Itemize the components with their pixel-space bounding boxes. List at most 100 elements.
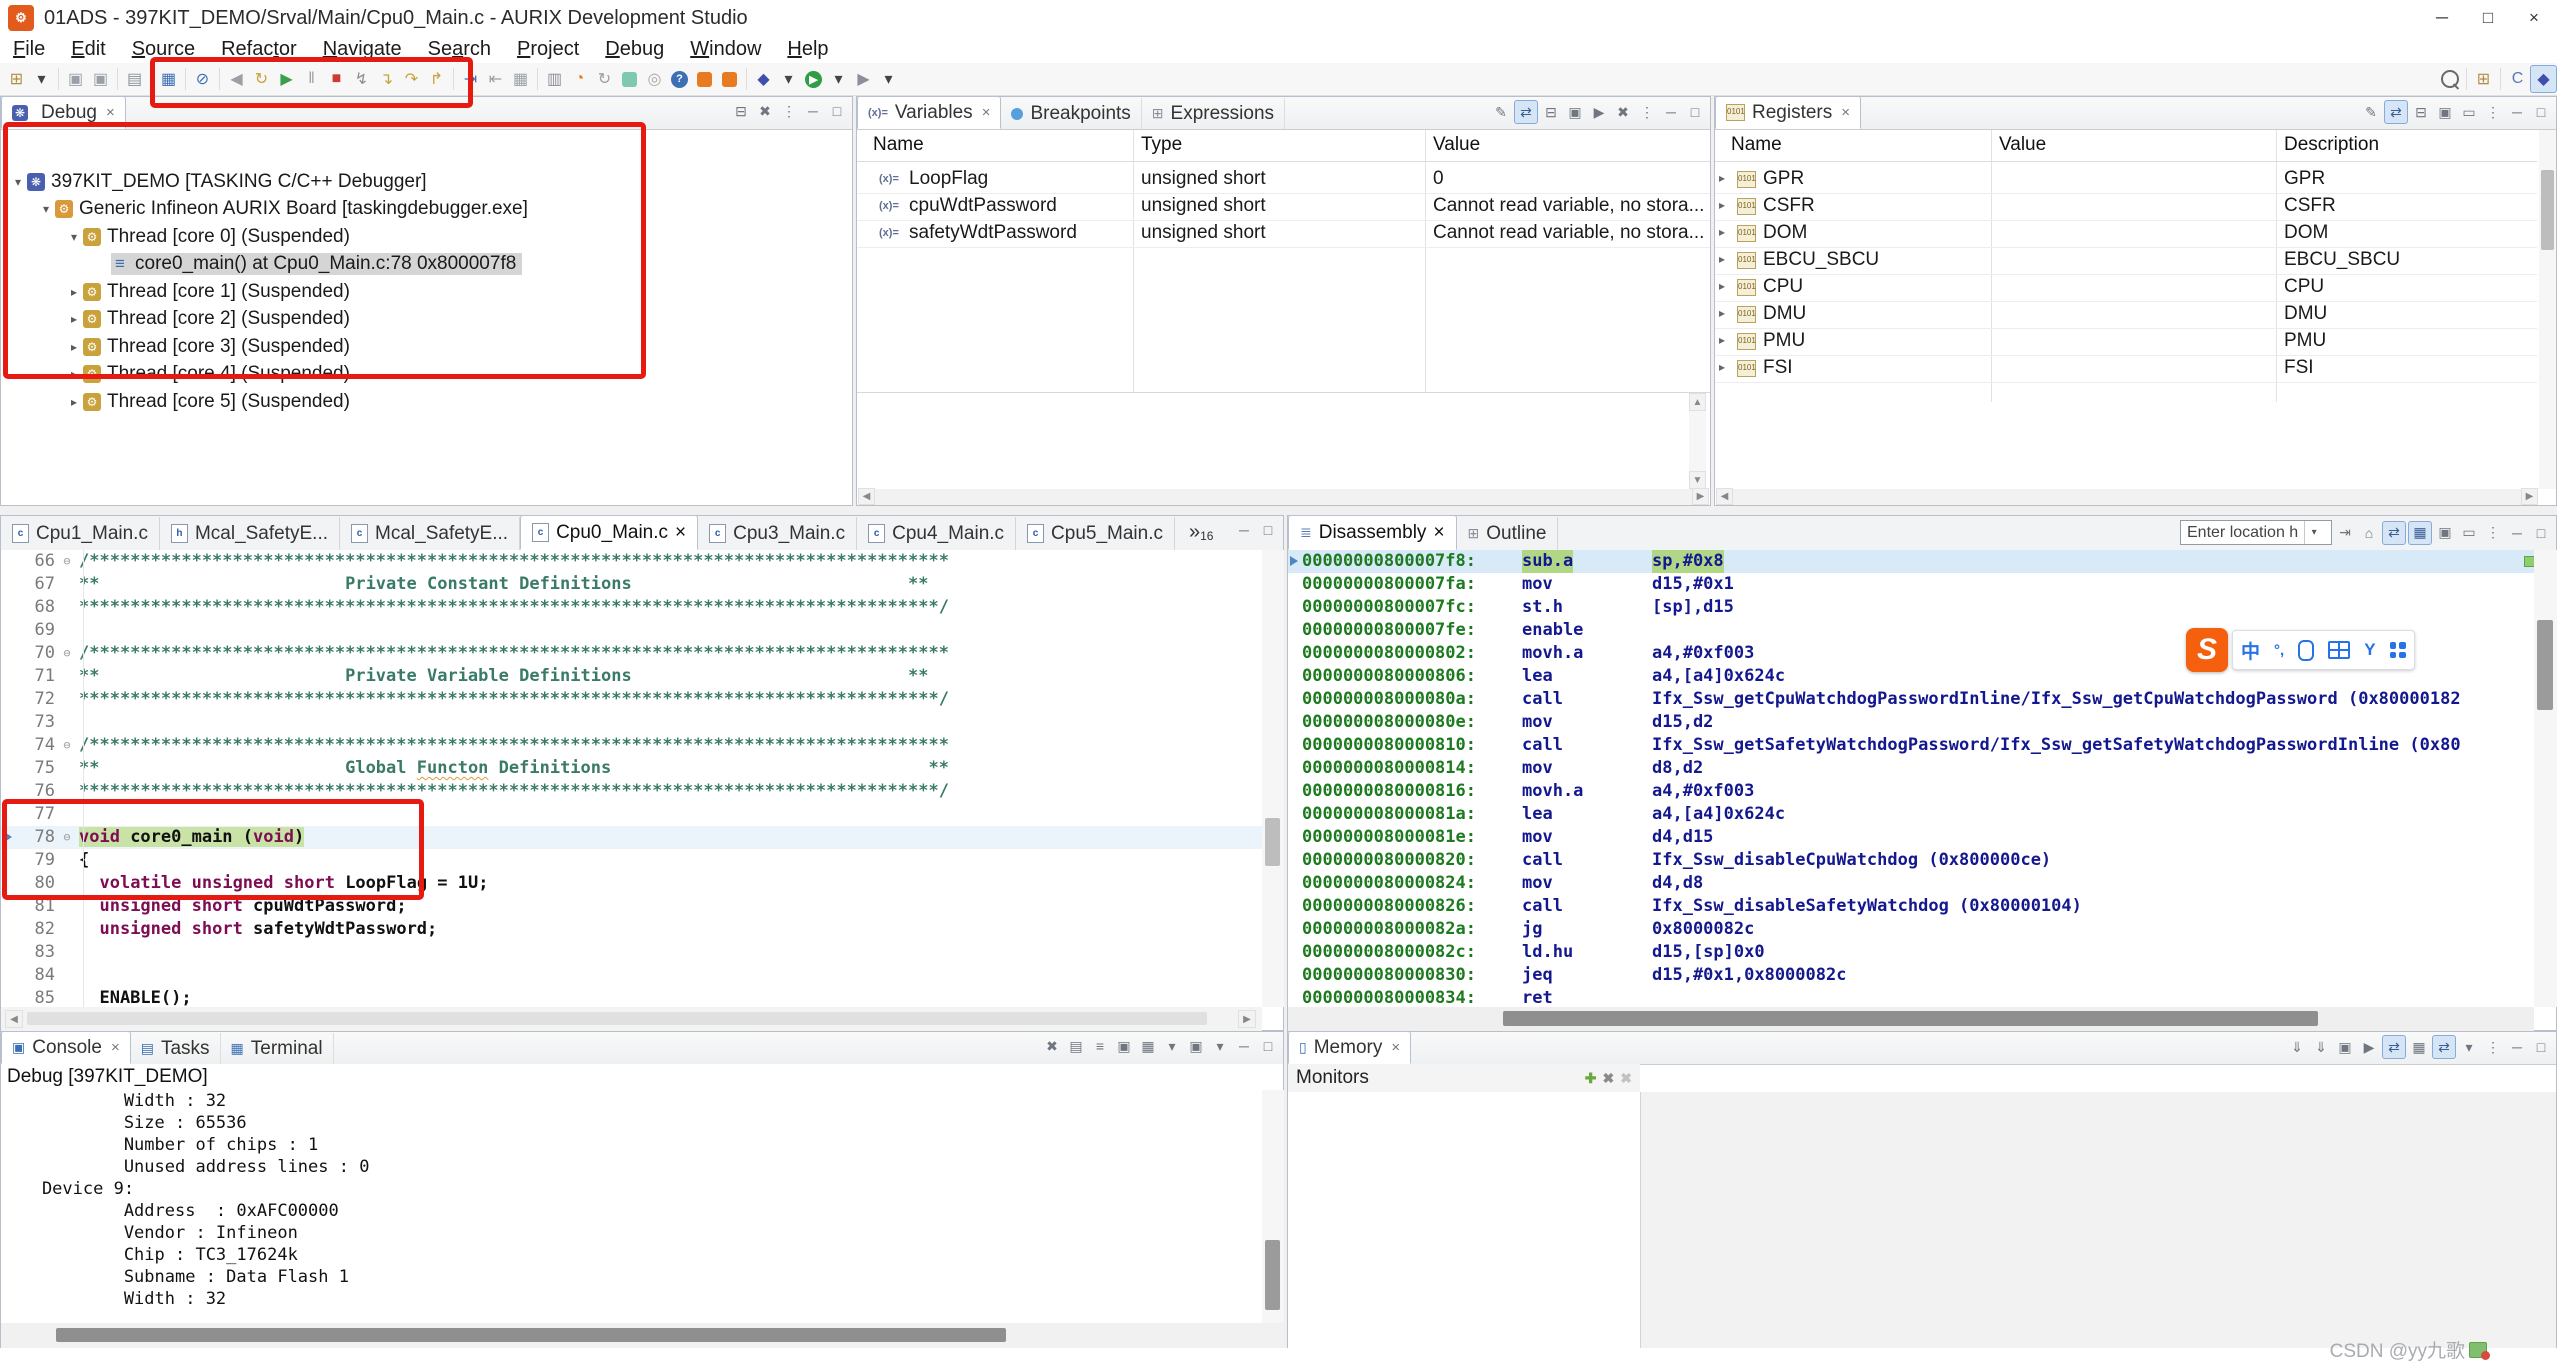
tab-variables[interactable]: (x)= Variables × <box>857 96 1002 129</box>
tab-outline[interactable]: ⊞ Outline <box>1457 517 1559 550</box>
view-menu-icon[interactable]: ⋮ <box>2482 1036 2504 1058</box>
debug-tree-item[interactable]: ▾ ⚙ Thread [core 0] (Suspended) <box>65 223 350 250</box>
remove-all-terminated-icon[interactable]: ✖ <box>754 100 776 122</box>
disassembly-listing[interactable]: 00000000800007f8: sub.a sp,#0x8 00000000800… <box>1288 550 2534 1007</box>
debug-launch-dropdown-icon[interactable]: ▾ <box>776 66 801 92</box>
open-perspective-icon[interactable]: ⊞ <box>2471 66 2496 92</box>
maximize-view-icon[interactable]: □ <box>2530 1036 2552 1058</box>
expanded-arrow-icon[interactable]: ▾ <box>37 202 55 216</box>
ads-pentagon-icon[interactable] <box>617 66 642 92</box>
collapsed-arrow-icon[interactable]: ▸ <box>1719 252 1725 266</box>
step-over-icon[interactable]: ↷ <box>399 66 424 92</box>
pin-icon[interactable]: ▭ <box>2458 522 2480 544</box>
pin-console-icon[interactable]: ▣ <box>1113 1035 1135 1057</box>
close-tab-icon[interactable]: × <box>106 104 115 121</box>
column-header[interactable]: Value <box>1999 134 2046 156</box>
collapse-all-icon[interactable]: ⊟ <box>1540 101 1562 123</box>
debug-tree-item[interactable]: ▸ ⚙ Thread [core 2] (Suspended) <box>65 306 350 333</box>
menu-refactor[interactable]: Refactor <box>208 36 310 63</box>
run-launch-icon[interactable]: ▶ <box>801 66 826 92</box>
menu-search[interactable]: Search <box>415 36 504 63</box>
collapsed-arrow-icon[interactable]: ▸ <box>65 285 83 299</box>
tab-disassembly[interactable]: ≣ Disassembly × <box>1288 515 1457 550</box>
remove-all-monitors-icon[interactable]: ✖ <box>1620 1070 1632 1087</box>
scroll-lock-icon[interactable]: ▤ <box>1065 1035 1087 1057</box>
collapsed-arrow-icon[interactable]: ▸ <box>1719 225 1725 239</box>
sogou-logo-icon[interactable]: S <box>2186 628 2228 672</box>
maximize-view-icon[interactable]: □ <box>1257 1035 1279 1057</box>
new-wizard-icon[interactable]: ⊞ <box>4 66 29 92</box>
trace-icon[interactable]: ▥ <box>542 66 567 92</box>
maximize-window-button[interactable]: □ <box>2465 1 2511 36</box>
scroll-right-icon[interactable]: ▶ <box>1692 488 1709 505</box>
scrollbar-thumb[interactable] <box>1265 818 1280 866</box>
debug-tree-item[interactable]: ▾ ❋ 397KIT_DEMO [TASKING C/C++ Debugger] <box>9 168 427 195</box>
collapsed-arrow-icon[interactable]: ▸ <box>1719 279 1725 293</box>
menu-help[interactable]: Help <box>774 36 841 63</box>
close-window-button[interactable]: × <box>2511 1 2557 36</box>
watch-icon[interactable]: ▶ <box>1588 101 1610 123</box>
scroll-up-icon[interactable]: ▲ <box>1689 393 1706 411</box>
skip-breakpoints-icon[interactable]: ⊘ <box>190 66 215 92</box>
collapse-all-icon[interactable]: ⊟ <box>2410 101 2432 123</box>
editor-tab-mcalsafetye[interactable]: c Mcal_SafetyE... <box>340 517 521 550</box>
new-view-icon[interactable]: ▣ <box>1564 101 1586 123</box>
variables-detail-scrollbar[interactable]: ▲ ▼ <box>1689 393 1706 489</box>
sync-icon[interactable]: ⇄ <box>2382 520 2406 545</box>
minimize-view-icon[interactable]: ─ <box>2506 101 2528 123</box>
menu-edit[interactable]: Edit <box>58 36 118 63</box>
tab-overflow-chevron[interactable]: » 16 <box>1189 521 1213 544</box>
new-register-group-icon[interactable]: ▣ <box>2434 101 2456 123</box>
suspend-icon[interactable]: ‖ <box>299 66 324 92</box>
maximize-view-icon[interactable]: □ <box>2530 101 2552 123</box>
disassembly-hscrollbar[interactable] <box>1288 1007 2534 1031</box>
collapsed-arrow-icon[interactable]: ▸ <box>1719 306 1725 320</box>
drop-to-frame-icon[interactable]: ⇤ <box>483 66 508 92</box>
community-icon[interactable] <box>692 66 717 92</box>
show-type-names-icon[interactable]: ✎ <box>2360 101 2382 123</box>
variables-detail-splitter[interactable] <box>857 392 1710 393</box>
minimize-view-icon[interactable]: ─ <box>1233 1035 1255 1057</box>
editor-tab-cpu1mainc[interactable]: c Cpu1_Main.c <box>1 517 160 550</box>
maximize-view-icon[interactable]: □ <box>826 100 848 122</box>
collapsed-arrow-icon[interactable]: ▸ <box>1719 171 1725 185</box>
fold-marker-icon[interactable]: ⊖ <box>55 734 79 757</box>
minimize-view-icon[interactable]: ─ <box>802 100 824 122</box>
console-vscrollbar[interactable] <box>1262 1090 1284 1323</box>
collapse-all-icon[interactable]: ⊟ <box>730 100 752 122</box>
minimize-view-icon[interactable]: ─ <box>1233 519 1255 541</box>
variables-hscrollbar[interactable]: ◀ ▶ <box>858 488 1709 505</box>
menu-file[interactable]: File <box>0 36 58 63</box>
close-tab-icon[interactable]: × <box>1841 104 1850 121</box>
display-selected-console-icon[interactable]: ▦ <box>1137 1035 1159 1057</box>
show-type-names-icon[interactable]: ✎ <box>1490 101 1512 123</box>
fold-marker-icon[interactable]: ⊖ <box>55 550 79 573</box>
refresh-icon[interactable]: ↻ <box>592 66 617 92</box>
clear-console-icon[interactable]: ✖ <box>1041 1035 1063 1057</box>
instruction-stepping-icon[interactable]: ▦ <box>508 66 533 92</box>
link-side-by-side-icon[interactable]: ⇄ <box>2382 1035 2406 1059</box>
resume-icon[interactable]: ▶ <box>274 66 299 92</box>
show-logical-structure-icon[interactable]: ⇄ <box>1514 100 1538 124</box>
remove-memory-monitor-icon[interactable]: ✖ <box>1603 1070 1615 1087</box>
remove-icon[interactable]: ✖ <box>1612 101 1634 123</box>
ime-chinese-mode-icon[interactable]: 中 <box>2241 637 2260 664</box>
registers-vscrollbar[interactable] <box>2539 130 2556 489</box>
search-icon[interactable] <box>2437 66 2462 92</box>
expanded-arrow-icon[interactable]: ▾ <box>65 230 83 244</box>
restart-icon[interactable]: ↻ <box>249 66 274 92</box>
column-header[interactable]: Value <box>1433 134 1480 156</box>
editor-tab-cpu4mainc[interactable]: c Cpu4_Main.c <box>857 517 1017 550</box>
column-header[interactable]: Name <box>1731 134 1782 156</box>
view-menu-icon[interactable]: ⋮ <box>778 100 800 122</box>
close-tab-icon[interactable]: × <box>982 104 991 121</box>
maximize-view-icon[interactable]: □ <box>1684 101 1706 123</box>
ime-punctuation-icon[interactable]: °, <box>2274 642 2284 659</box>
debug-launch-icon[interactable]: ◆ <box>751 66 776 92</box>
close-tab-icon[interactable]: × <box>1391 1039 1400 1056</box>
scrollbar-thumb[interactable] <box>2541 170 2554 250</box>
tab-expressions[interactable]: ⊞ Expressions <box>1142 98 1286 129</box>
view-menu-icon[interactable]: ⋮ <box>2482 522 2504 544</box>
editor-tab-cpu0mainc[interactable]: c Cpu0_Main.c × <box>520 515 699 550</box>
close-tab-icon[interactable]: × <box>111 1039 120 1056</box>
